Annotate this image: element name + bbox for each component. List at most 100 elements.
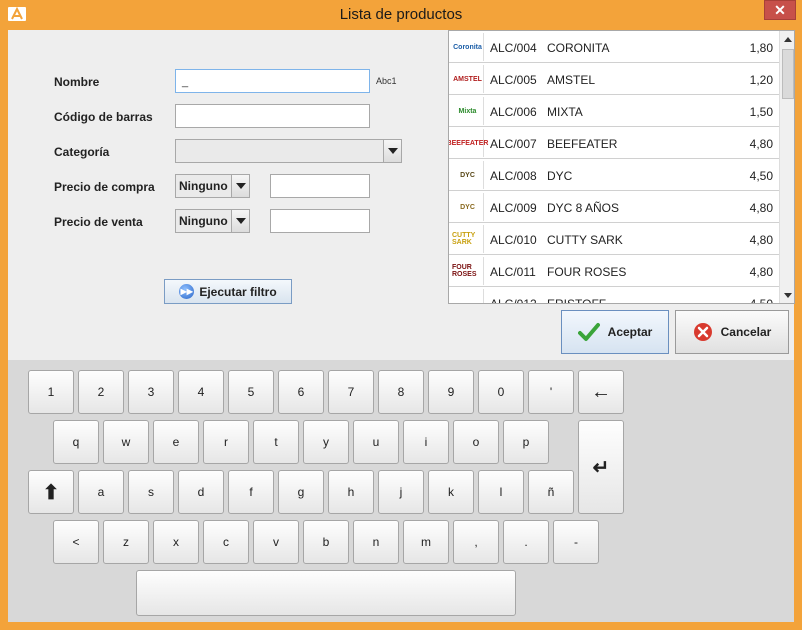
product-thumbnail: DYC bbox=[452, 161, 484, 189]
category-select[interactable] bbox=[175, 139, 402, 163]
product-price: 1,80 bbox=[749, 41, 773, 55]
key-row2-5[interactable]: y bbox=[303, 420, 349, 464]
scroll-up-icon[interactable] bbox=[780, 31, 794, 47]
key-row1-6[interactable]: 7 bbox=[328, 370, 374, 414]
key-row2-9[interactable]: p bbox=[503, 420, 549, 464]
product-thumbnail: AMSTEL bbox=[452, 65, 484, 93]
sell-price-operator-select[interactable]: Ninguno bbox=[175, 209, 250, 233]
sell-price-input[interactable] bbox=[270, 209, 370, 233]
product-price: 1,20 bbox=[749, 73, 773, 87]
key-row2-3[interactable]: r bbox=[203, 420, 249, 464]
product-name: CUTTY SARK bbox=[547, 233, 623, 247]
space-key[interactable] bbox=[136, 570, 516, 616]
scroll-down-icon[interactable] bbox=[780, 287, 794, 303]
client-area: Nombre _ Abc1 Código de barras Categoría… bbox=[8, 30, 795, 622]
key-row4-9[interactable]: . bbox=[503, 520, 549, 564]
cancel-button[interactable]: Cancelar bbox=[675, 310, 789, 354]
product-list[interactable]: ALC/012 ERISTOFF 4,50 FOUR ROSES ALC/011 FOUR… bbox=[448, 30, 795, 304]
accept-label: Aceptar bbox=[607, 325, 653, 339]
product-thumbnail: DYC bbox=[452, 193, 484, 221]
barcode-label: Código de barras bbox=[54, 110, 153, 124]
key-row4-4[interactable]: v bbox=[253, 520, 299, 564]
key-row1-3[interactable]: 4 bbox=[178, 370, 224, 414]
product-name: AMSTEL bbox=[547, 73, 596, 87]
title-bar[interactable]: Lista de productos ✕ bbox=[0, 0, 802, 30]
cancel-icon bbox=[693, 323, 712, 341]
key-row1-1[interactable]: 2 bbox=[78, 370, 124, 414]
product-row[interactable]: FOUR ROSES ALC/011 FOUR ROSES 4,80 bbox=[449, 255, 779, 287]
shift-key[interactable]: ⬆ bbox=[28, 470, 74, 514]
product-row[interactable]: BEEFEATER ALC/007 BEEFEATER 4,80 bbox=[449, 127, 779, 159]
key-row2-1[interactable]: w bbox=[103, 420, 149, 464]
key-row2-2[interactable]: e bbox=[153, 420, 199, 464]
chevron-down-icon[interactable] bbox=[231, 175, 249, 197]
backspace-key[interactable]: ← bbox=[578, 370, 624, 414]
key-row1-0[interactable]: 1 bbox=[28, 370, 74, 414]
key-row1-7[interactable]: 8 bbox=[378, 370, 424, 414]
list-scrollbar[interactable] bbox=[779, 31, 794, 303]
key-row1-9[interactable]: 0 bbox=[478, 370, 524, 414]
product-row[interactable]: Mixta ALC/006 MIXTA 1,50 bbox=[449, 95, 779, 127]
product-name: DYC 8 AÑOS bbox=[547, 201, 620, 215]
key-row4-10[interactable]: - bbox=[553, 520, 599, 564]
product-thumbnail: FOUR ROSES bbox=[452, 257, 484, 285]
key-row2-6[interactable]: u bbox=[353, 420, 399, 464]
key-row4-5[interactable]: b bbox=[303, 520, 349, 564]
product-code: ALC/005 bbox=[490, 73, 537, 87]
key-row3-2[interactable]: d bbox=[178, 470, 224, 514]
key-row4-0[interactable]: < bbox=[53, 520, 99, 564]
key-row4-8[interactable]: , bbox=[453, 520, 499, 564]
window-title: Lista de productos bbox=[339, 6, 463, 23]
close-button[interactable]: ✕ bbox=[764, 0, 796, 20]
nombre-input[interactable]: _ bbox=[175, 69, 370, 93]
execute-filter-label: Ejecutar filtro bbox=[199, 284, 277, 299]
key-row4-7[interactable]: m bbox=[403, 520, 449, 564]
scrollbar-thumb[interactable] bbox=[782, 49, 794, 99]
product-row[interactable]: DYC ALC/009 DYC 8 AÑOS 4,80 bbox=[449, 191, 779, 223]
key-row1-5[interactable]: 6 bbox=[278, 370, 324, 414]
key-row4-1[interactable]: z bbox=[103, 520, 149, 564]
key-row1-10[interactable]: ' bbox=[528, 370, 574, 414]
product-row[interactable]: AMSTEL ALC/005 AMSTEL 1,20 bbox=[449, 63, 779, 95]
product-row[interactable]: ALC/012 ERISTOFF 4,50 bbox=[449, 287, 779, 303]
product-price: 4,50 bbox=[749, 169, 773, 183]
key-row2-4[interactable]: t bbox=[253, 420, 299, 464]
product-name: CORONITA bbox=[547, 41, 610, 55]
product-row[interactable]: CUTTY SARK ALC/010 CUTTY SARK 4,80 bbox=[449, 223, 779, 255]
key-row3-6[interactable]: j bbox=[378, 470, 424, 514]
product-price: 4,80 bbox=[749, 233, 773, 247]
key-row2-7[interactable]: i bbox=[403, 420, 449, 464]
product-row[interactable]: DYC ALC/008 DYC 4,50 bbox=[449, 159, 779, 191]
product-price: 4,80 bbox=[749, 201, 773, 215]
product-name: FOUR ROSES bbox=[547, 265, 627, 279]
chevron-down-icon[interactable] bbox=[231, 210, 249, 232]
key-row1-8[interactable]: 9 bbox=[428, 370, 474, 414]
key-row3-0[interactable]: a bbox=[78, 470, 124, 514]
product-code: ALC/011 bbox=[490, 265, 536, 279]
product-code: ALC/009 bbox=[490, 201, 537, 215]
buy-price-operator-select[interactable]: Ninguno bbox=[175, 174, 250, 198]
key-row3-5[interactable]: h bbox=[328, 470, 374, 514]
cancel-label: Cancelar bbox=[720, 325, 772, 339]
barcode-input[interactable] bbox=[175, 104, 370, 128]
key-row3-1[interactable]: s bbox=[128, 470, 174, 514]
accept-button[interactable]: Aceptar bbox=[561, 310, 669, 354]
buy-price-input[interactable] bbox=[270, 174, 370, 198]
key-row1-2[interactable]: 3 bbox=[128, 370, 174, 414]
execute-filter-button[interactable]: ▶▶ Ejecutar filtro bbox=[164, 279, 292, 304]
key-row3-3[interactable]: f bbox=[228, 470, 274, 514]
chevron-down-icon[interactable] bbox=[383, 140, 401, 162]
key-row3-9[interactable]: ñ bbox=[528, 470, 574, 514]
key-row1-4[interactable]: 5 bbox=[228, 370, 274, 414]
key-row4-3[interactable]: c bbox=[203, 520, 249, 564]
key-row2-0[interactable]: q bbox=[53, 420, 99, 464]
key-row4-2[interactable]: x bbox=[153, 520, 199, 564]
enter-key[interactable]: ↵ bbox=[578, 420, 624, 514]
key-row3-7[interactable]: k bbox=[428, 470, 474, 514]
key-row4-6[interactable]: n bbox=[353, 520, 399, 564]
key-row3-8[interactable]: l bbox=[478, 470, 524, 514]
sell-price-label: Precio de venta bbox=[54, 215, 143, 229]
key-row3-4[interactable]: g bbox=[278, 470, 324, 514]
key-row2-8[interactable]: o bbox=[453, 420, 499, 464]
product-row[interactable]: Coronita ALC/004 CORONITA 1,80 bbox=[449, 31, 779, 63]
